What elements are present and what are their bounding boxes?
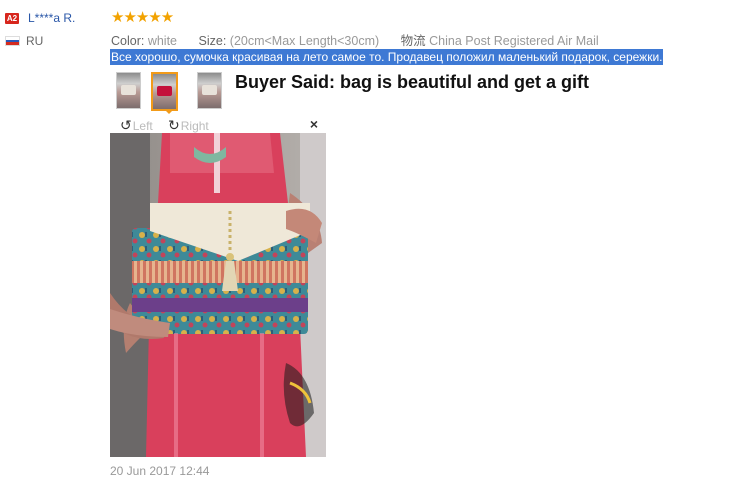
size-value: (20cm<Max Length<30cm) xyxy=(229,34,380,48)
shipping-label: 物流 xyxy=(400,34,426,48)
buyer-level-badge: A2 xyxy=(5,13,19,24)
review-photo-thumbnail-selected[interactable] xyxy=(151,72,178,111)
rotate-right-label: Right xyxy=(180,119,209,133)
star-rating: ★★★★★ xyxy=(111,9,174,26)
review-photo-thumbnail[interactable] xyxy=(116,72,141,109)
rotate-right-button[interactable]: ↻Right xyxy=(168,117,209,134)
reviewer-name[interactable]: L****a R. xyxy=(28,11,75,25)
size-label: Size: xyxy=(198,34,227,48)
rotate-left-label: Left xyxy=(132,119,153,133)
buyer-said-caption: Buyer Said: bag is beautiful and get a g… xyxy=(235,72,590,92)
color-label: Color: xyxy=(111,34,145,48)
review-text: Все хорошо, сумочка красивая на лето сам… xyxy=(110,49,664,65)
rotate-left-icon: ↺ xyxy=(120,117,132,133)
rotate-left-button[interactable]: ↺Left xyxy=(120,117,153,134)
close-viewer-button[interactable]: × xyxy=(310,116,318,132)
selected-thumbnail-caret-icon xyxy=(164,109,174,114)
reviewer-country: RU xyxy=(26,34,44,48)
photo-viewer-toolbar: ↺Left ↻Right × xyxy=(110,116,326,134)
review-date: 20 Jun 2017 12:44 xyxy=(110,464,210,478)
color-value: white xyxy=(147,34,178,48)
order-meta: Color: white Size: (20cm<Max Length<30cm… xyxy=(111,30,599,49)
review-photo-thumbnail[interactable] xyxy=(197,72,222,109)
review-photo-large xyxy=(110,133,326,457)
review-photo-image xyxy=(110,133,326,457)
shipping-value: China Post Registered Air Mail xyxy=(429,34,599,48)
country-flag-icon xyxy=(5,36,20,46)
rotate-right-icon: ↻ xyxy=(168,117,180,133)
